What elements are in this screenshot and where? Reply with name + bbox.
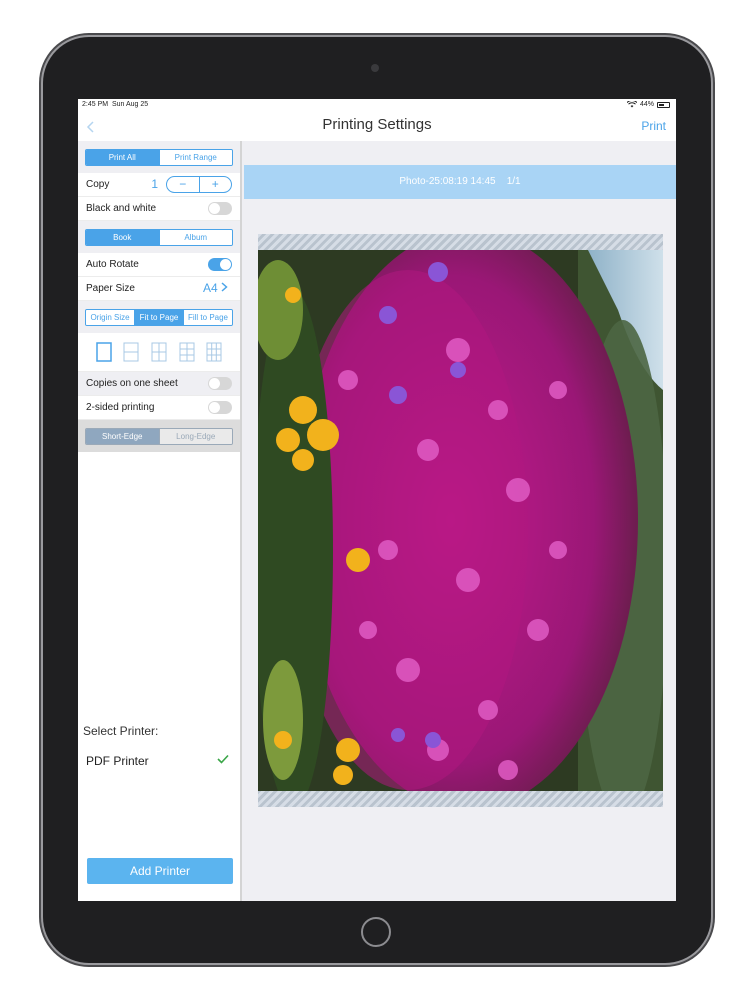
two-sided-row: 2-sided printing	[78, 396, 240, 420]
long-edge-option[interactable]: Long-Edge	[158, 428, 232, 444]
mode-segmented: Book Album	[85, 228, 233, 246]
album-option[interactable]: Album	[158, 229, 232, 245]
copies-on-one-sheet-row: Copies on one sheet	[78, 372, 240, 396]
status-right: 44%	[626, 101, 670, 108]
status-time-date: 2:45 PM Sun Aug 25	[82, 101, 148, 108]
mode-row: Book Album	[78, 221, 240, 253]
chevron-right-icon	[221, 282, 228, 292]
fit-row: Origin Size Fit to Page Fill to Page	[78, 301, 240, 333]
layout-selector	[78, 333, 240, 372]
auto-rotate-toggle[interactable]	[208, 258, 232, 271]
status-date: Sun Aug 25	[111, 101, 149, 108]
print-scope-row: Print All Print Range	[78, 141, 240, 173]
paper-size-label: Paper Size	[86, 283, 135, 294]
battery-icon	[657, 101, 670, 108]
print-all-option[interactable]: Print All	[86, 149, 159, 165]
print-scope-segmented: Print All Print Range	[85, 148, 233, 166]
auto-rotate-label: Auto Rotate	[86, 259, 139, 270]
settings-sidebar: Print All Print Range Copy 1 − + Black a…	[78, 141, 242, 901]
layout-6-icon[interactable]	[179, 342, 195, 362]
print-button[interactable]: Print	[641, 119, 666, 133]
black-and-white-toggle[interactable]	[208, 202, 232, 215]
layout-1-icon[interactable]	[96, 342, 112, 362]
layout-9-icon[interactable]	[206, 342, 222, 362]
black-and-white-label: Black and white	[86, 203, 157, 214]
select-printer-label: Select Printer:	[83, 724, 159, 738]
page-title: Printing Settings	[322, 116, 432, 133]
photo-title: Photo-25:08:19 14:45	[399, 176, 496, 187]
auto-rotate-row: Auto Rotate	[78, 253, 240, 277]
status-bar: 2:45 PM Sun Aug 25 44%	[78, 99, 676, 113]
home-button[interactable]	[361, 917, 391, 947]
fit-to-page-option[interactable]: Fit to Page	[134, 309, 183, 325]
copy-value: 1	[151, 177, 158, 191]
layout-4-icon[interactable]	[151, 342, 167, 362]
layout-2-icon[interactable]	[123, 342, 139, 362]
edge-segmented: Short-Edge Long-Edge	[85, 427, 233, 445]
battery-percent: 44%	[639, 101, 654, 108]
flower-photo	[258, 250, 663, 791]
screen: 2:45 PM Sun Aug 25 44% Printing Settings…	[78, 99, 676, 901]
navigation-bar: Printing Settings Print	[78, 113, 676, 141]
wifi-icon	[626, 101, 637, 108]
black-and-white-row: Black and white	[78, 197, 240, 221]
origin-size-option[interactable]: Origin Size	[86, 309, 134, 325]
paper-size-row[interactable]: Paper Size A4	[78, 277, 240, 301]
two-sided-label: 2-sided printing	[86, 402, 155, 413]
checkmark-icon	[217, 754, 229, 764]
edge-row: Short-Edge Long-Edge	[78, 420, 240, 452]
print-range-option[interactable]: Print Range	[158, 149, 232, 165]
copies-on-one-sheet-toggle[interactable]	[208, 377, 232, 390]
paper-size-text: A4	[202, 281, 218, 295]
status-time: 2:45 PM	[82, 101, 109, 108]
copy-stepper: − +	[166, 176, 232, 193]
copy-row: Copy 1 − +	[78, 173, 240, 197]
page-indicator: 1/1	[506, 176, 521, 187]
print-preview: Photo-25:08:19 14:45 1/1	[242, 141, 676, 901]
preview-page	[258, 234, 663, 807]
paper-size-value: A4	[203, 281, 228, 295]
fit-segmented: Origin Size Fit to Page Fill to Page	[85, 308, 233, 326]
add-printer-button[interactable]: Add Printer	[87, 858, 233, 884]
short-edge-option[interactable]: Short-Edge	[86, 428, 159, 444]
plus-button[interactable]: +	[198, 177, 232, 192]
two-sided-toggle[interactable]	[208, 401, 232, 414]
book-option[interactable]: Book	[86, 229, 159, 245]
minus-button[interactable]: −	[167, 177, 199, 192]
photo-title-bar: Photo-25:08:19 14:45 1/1	[244, 165, 676, 199]
copies-on-one-sheet-label: Copies on one sheet	[86, 378, 178, 389]
front-camera	[371, 64, 379, 72]
copy-label: Copy	[86, 179, 110, 190]
fill-to-page-option[interactable]: Fill to Page	[183, 309, 232, 325]
printer-name[interactable]: PDF Printer	[86, 754, 149, 768]
